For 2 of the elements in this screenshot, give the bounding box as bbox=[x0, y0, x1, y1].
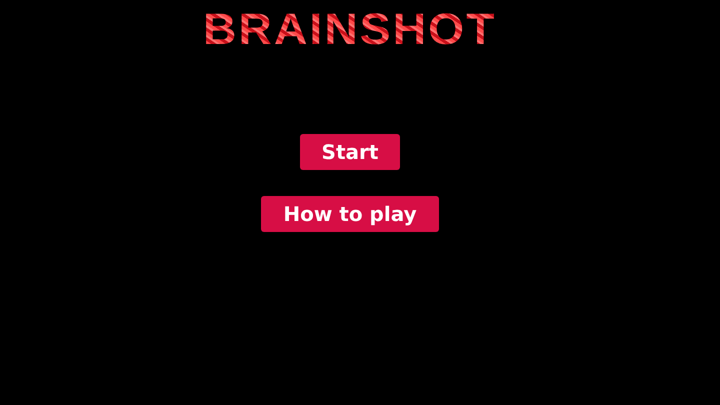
menu-button[interactable]: Start bbox=[300, 134, 400, 170]
menu-button[interactable]: How to play bbox=[261, 196, 439, 232]
